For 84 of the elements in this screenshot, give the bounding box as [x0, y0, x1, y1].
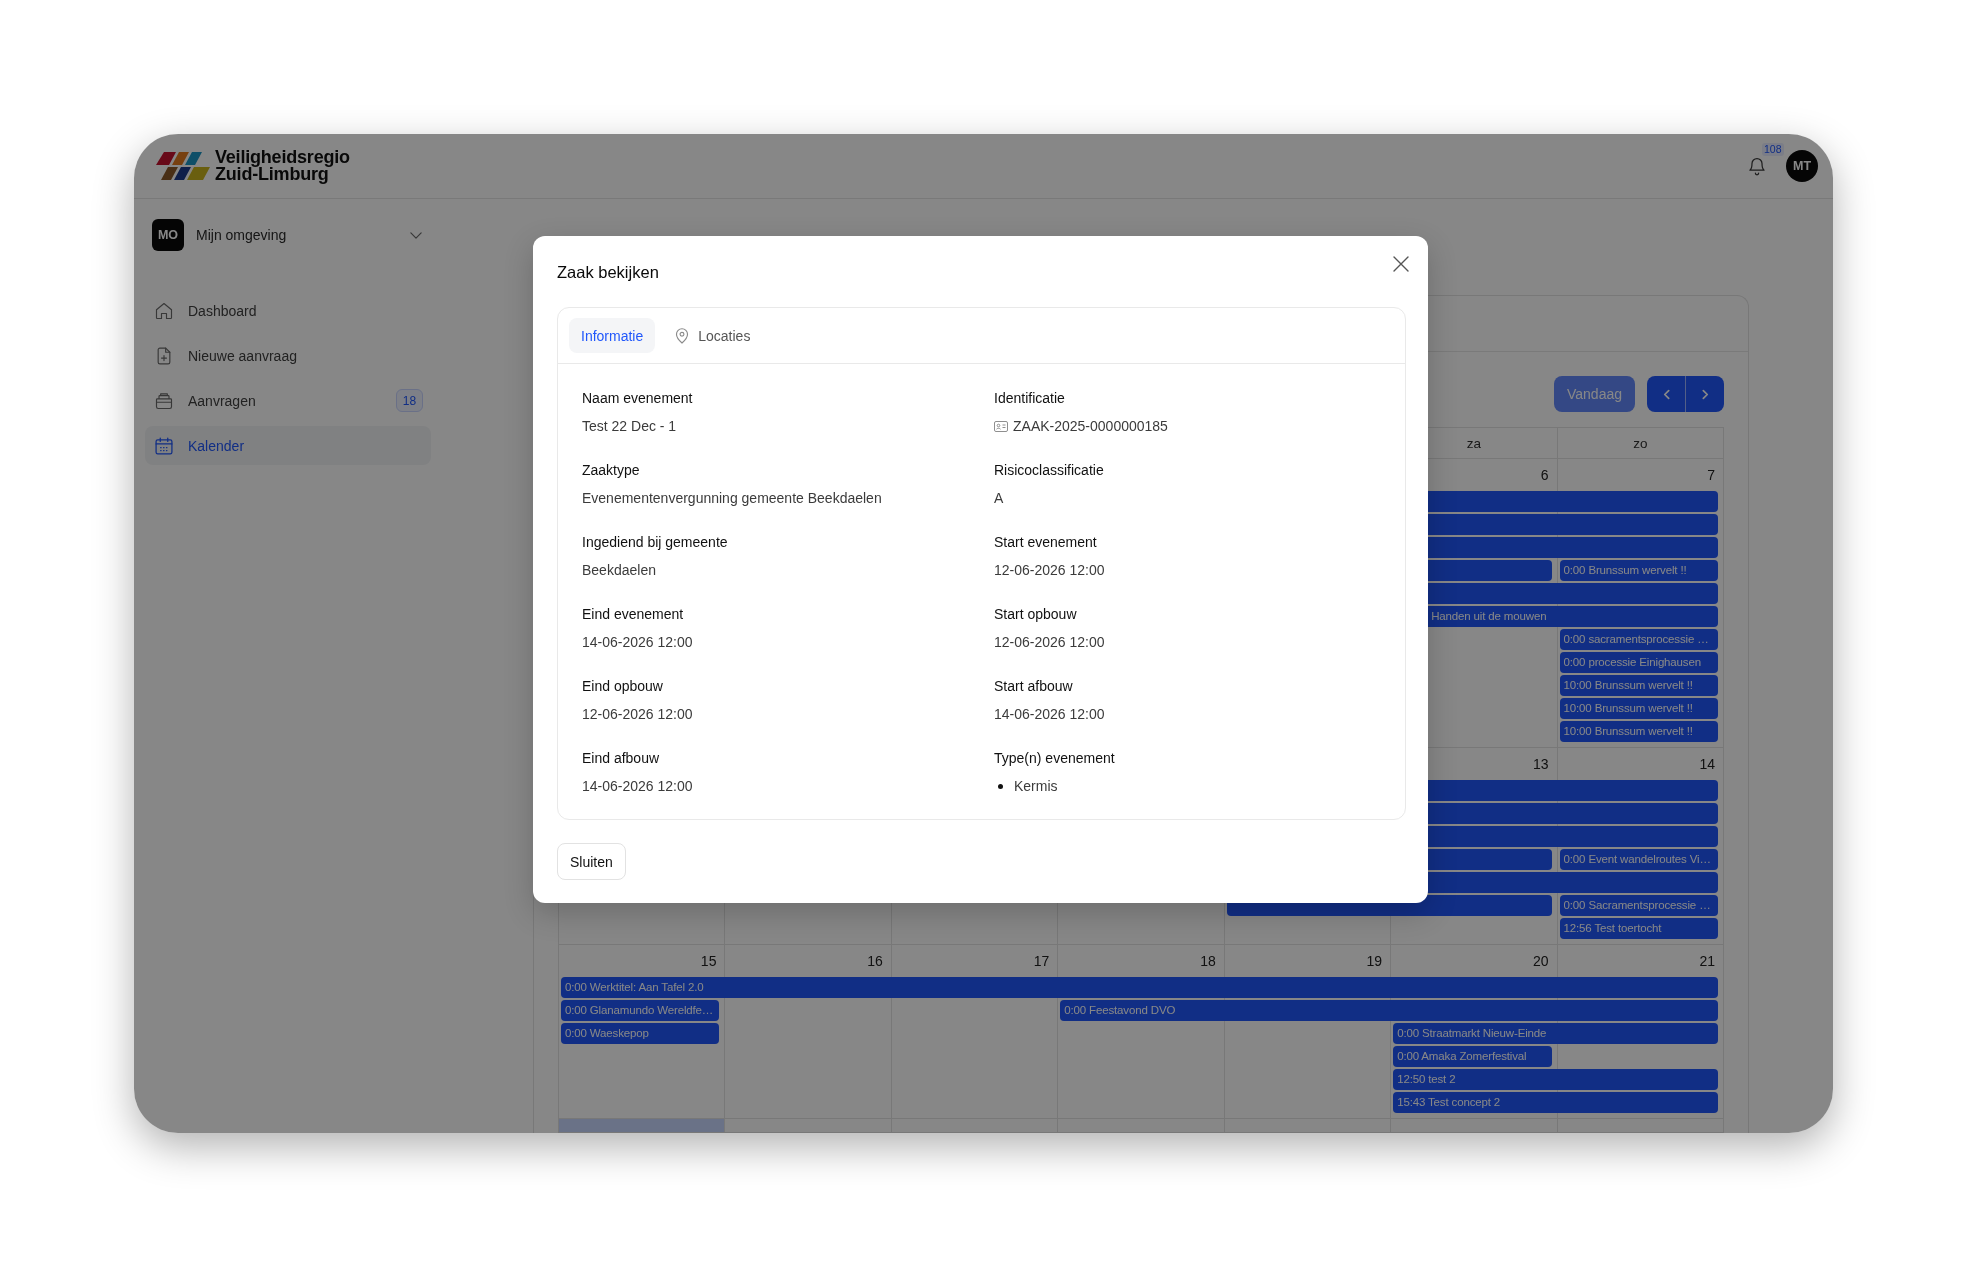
- list-value: Kermis: [1014, 777, 1058, 796]
- calendar-event[interactable]: 0:00 processie Einighausen: [1559, 652, 1718, 673]
- day-number: 19: [1366, 952, 1383, 971]
- calendar-event[interactable]: 0:00 Brunssum wervelt !!: [1559, 560, 1718, 581]
- close-dialog-button[interactable]: Sluiten: [557, 843, 626, 880]
- sidebar-item[interactable]: Aanvragen 18: [145, 381, 431, 420]
- bell-icon: [1747, 156, 1767, 176]
- field-value: 14-06-2026 12:00: [582, 777, 694, 796]
- day-number: 20: [1533, 952, 1549, 971]
- day-number: 7: [1707, 466, 1715, 485]
- field-label: Identificatie: [994, 389, 1066, 408]
- chevron-down-icon: [410, 231, 422, 239]
- day-number: 17: [1033, 952, 1050, 971]
- field-label: Type(n) evenement: [994, 749, 1116, 768]
- dialog-title: Zaak bekijken: [557, 262, 659, 283]
- field-value: 12-06-2026 12:00: [994, 633, 1106, 652]
- calendar-event[interactable]: 0:00 Feestavond DVO: [1060, 1000, 1718, 1021]
- calendar-event[interactable]: 0:00 Glanamundo Wereldfe…: [561, 1000, 720, 1021]
- tab[interactable]: Locaties: [663, 318, 763, 353]
- tray-icon: [154, 390, 174, 411]
- user-avatar[interactable]: MT: [1786, 150, 1818, 182]
- calendar-event[interactable]: 0:00 Straatmarkt Nieuw-Einde: [1393, 1023, 1718, 1044]
- sidebar-item[interactable]: Nieuwe aanvraag: [145, 336, 431, 375]
- calendar-event[interactable]: 12:56 Test toertocht: [1559, 918, 1718, 939]
- sidebar-item[interactable]: Dashboard: [145, 291, 431, 330]
- calendar-event[interactable]: 10:00 Brunssum wervelt !!: [1559, 721, 1718, 742]
- calendar-event[interactable]: 0:00 sacramentsprocessie …: [1559, 629, 1718, 650]
- logo-icon: [156, 151, 210, 181]
- chevron-left-icon: [1662, 388, 1670, 400]
- calendar-event[interactable]: 0:00 Werktitel: Aan Tafel 2.0: [561, 977, 1718, 998]
- workspace-avatar: MO: [152, 219, 184, 251]
- count-badge: 18: [396, 389, 423, 412]
- id-card-icon: [994, 420, 1008, 432]
- map-pin-icon: [675, 327, 690, 344]
- field-value: Beekdaelen: [582, 561, 657, 580]
- field-label: Risicoclassificatie: [994, 461, 1105, 480]
- calendar-event[interactable]: 15:43 Test concept 2: [1393, 1092, 1718, 1113]
- calendar-event[interactable]: 0:00 Amaka Zomerfestival: [1393, 1046, 1552, 1067]
- day-number: 16: [867, 952, 883, 971]
- notifications-button[interactable]: [1747, 156, 1767, 176]
- brand-name: Veiligheidsregio Zuid-Limburg: [215, 149, 350, 183]
- calendar-event[interactable]: 10:00 Brunssum wervelt !!: [1559, 698, 1718, 719]
- field-value: 12-06-2026 12:00: [582, 705, 694, 724]
- calendar-event[interactable]: 0:00 Sacramentsprocessie …: [1559, 895, 1718, 916]
- home-icon: [154, 300, 174, 321]
- weekday-label: za: [1466, 435, 1481, 451]
- day-number: 21: [1699, 952, 1715, 971]
- calendar-event[interactable]: 12:50 test 2: [1393, 1069, 1718, 1090]
- field-label: Eind afbouw: [582, 749, 661, 768]
- weekday-label: zo: [1633, 435, 1648, 451]
- previous-button[interactable]: [1647, 376, 1685, 412]
- field-value: Evenementenvergunning gemeente Beekdaelen: [582, 489, 883, 508]
- field-label: Ingediend bij gemeente: [582, 533, 729, 552]
- field-label: Eind evenement: [582, 605, 685, 624]
- calendar-icon: [154, 435, 174, 456]
- calendar-event[interactable]: 0:00 Event wandelroutes Vi…: [1559, 849, 1718, 870]
- field-value: 12-06-2026 12:00: [994, 561, 1106, 580]
- next-button[interactable]: [1686, 376, 1724, 412]
- field-value: ZAAK-2025-0000000185: [1013, 417, 1168, 436]
- field-value: A: [994, 489, 1005, 508]
- field-value: 14-06-2026 12:00: [582, 633, 694, 652]
- close-button[interactable]: [1393, 256, 1409, 272]
- field-label: Eind opbouw: [582, 677, 664, 696]
- day-number: 13: [1533, 755, 1549, 774]
- field-label: Zaaktype: [582, 461, 641, 480]
- field-value: Test 22 Dec - 1: [582, 417, 678, 436]
- workspace-selector[interactable]: MO Mijn omgeving: [145, 219, 431, 251]
- day-number: 6: [1540, 466, 1549, 485]
- field-label: Naam evenement: [582, 389, 694, 408]
- bullet-icon: [998, 783, 1003, 789]
- day-number: 18: [1200, 952, 1216, 971]
- field-label: Start evenement: [994, 533, 1098, 552]
- calendar-event[interactable]: 10:00 Brunssum wervelt !!: [1559, 675, 1718, 696]
- tab[interactable]: Informatie: [569, 318, 656, 353]
- close-icon: [1393, 256, 1409, 272]
- calendar-event[interactable]: 0:00 Waeskepop: [561, 1023, 720, 1044]
- field-label: Start opbouw: [994, 605, 1078, 624]
- field-label: Start afbouw: [994, 677, 1074, 696]
- field-value: 14-06-2026 12:00: [994, 705, 1106, 724]
- sidebar-item[interactable]: Kalender: [145, 426, 431, 465]
- chevron-right-icon: [1701, 388, 1709, 400]
- day-number: 15: [700, 952, 717, 971]
- notification-count: 108: [1762, 143, 1784, 156]
- day-number: 14: [1699, 755, 1715, 774]
